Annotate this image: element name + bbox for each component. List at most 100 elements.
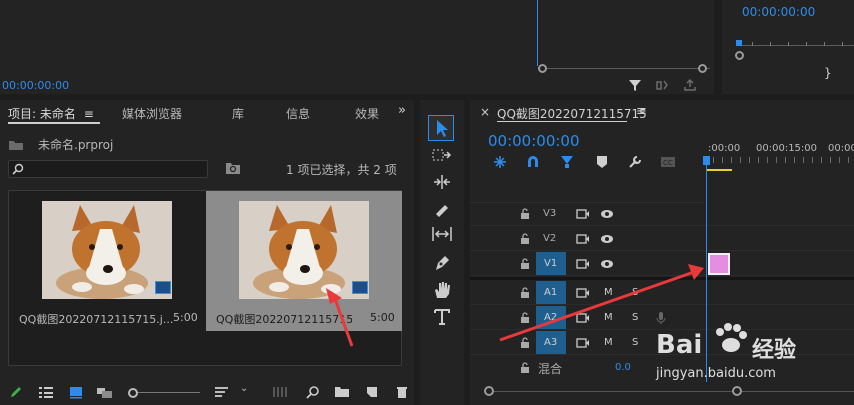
linked-selection-icon[interactable] bbox=[560, 155, 574, 169]
sync-lock-icon[interactable] bbox=[576, 259, 590, 269]
export-frame-icon[interactable] bbox=[683, 78, 697, 92]
track-label[interactable]: A2 bbox=[544, 312, 557, 323]
eye-icon[interactable] bbox=[600, 259, 614, 269]
close-tab-icon[interactable]: × bbox=[480, 105, 490, 119]
sequence-tab[interactable]: QQ截图20220712115715 bbox=[497, 105, 647, 122]
svg-text:CC: CC bbox=[663, 159, 673, 167]
search-input[interactable] bbox=[27, 161, 205, 177]
sync-lock-icon[interactable] bbox=[576, 234, 590, 244]
sync-lock-icon[interactable] bbox=[576, 209, 590, 219]
nest-icon[interactable] bbox=[493, 155, 507, 169]
automate-to-sequence-icon[interactable] bbox=[272, 385, 288, 399]
trash-icon[interactable] bbox=[395, 385, 409, 399]
out-point-button[interactable]: } bbox=[824, 66, 832, 80]
freeform-view-icon[interactable] bbox=[96, 385, 114, 399]
pen-tool-icon[interactable] bbox=[432, 254, 452, 272]
track-select-tool-icon[interactable] bbox=[432, 148, 452, 164]
program-monitor: 00:00:00:00 } bbox=[722, 0, 854, 94]
tab-media-browser[interactable]: 媒体浏览器 bbox=[122, 105, 182, 122]
source-monitor-scrollbar[interactable] bbox=[538, 64, 714, 74]
tab-effects[interactable]: 效果 bbox=[355, 105, 379, 122]
sync-lock-icon[interactable] bbox=[576, 313, 590, 323]
track-label[interactable]: V1 bbox=[544, 258, 557, 269]
track-label[interactable]: V2 bbox=[543, 233, 556, 244]
razor-tool-icon[interactable] bbox=[432, 200, 452, 218]
mix-volume-value[interactable]: 0.0 bbox=[615, 362, 631, 373]
mute-button[interactable]: M bbox=[604, 337, 613, 348]
program-timecode[interactable]: 00:00:00:00 bbox=[742, 5, 815, 19]
media-thumbnail[interactable] bbox=[239, 201, 369, 299]
pencil-icon[interactable] bbox=[9, 385, 23, 399]
sequence-tab-menu-icon[interactable]: ≡ bbox=[636, 104, 647, 119]
track-label[interactable]: A1 bbox=[544, 287, 557, 298]
media-item-selected[interactable]: QQ截图20220712115715 5:00 bbox=[206, 191, 402, 331]
time-ruler[interactable]: :00:00 00:00:15:00 00:00 bbox=[703, 140, 854, 172]
solo-button[interactable]: S bbox=[632, 337, 638, 348]
slip-tool-icon[interactable] bbox=[431, 226, 453, 242]
microphone-icon[interactable] bbox=[656, 311, 666, 325]
new-bin-icon[interactable] bbox=[334, 385, 350, 399]
new-item-icon[interactable] bbox=[365, 385, 379, 399]
media-item-name: QQ截图20220712115715.j... bbox=[19, 313, 174, 326]
sequence-tab-underline bbox=[497, 121, 627, 122]
scroll-handle-left[interactable] bbox=[484, 386, 494, 396]
hand-tool-icon[interactable] bbox=[432, 280, 452, 300]
track-label[interactable]: V3 bbox=[543, 208, 556, 219]
list-view-icon[interactable] bbox=[38, 385, 54, 399]
scroll-handle-left[interactable] bbox=[538, 64, 547, 73]
ripple-edit-tool-icon[interactable] bbox=[432, 174, 452, 190]
sync-lock-icon[interactable] bbox=[576, 288, 590, 298]
lock-icon[interactable] bbox=[520, 287, 530, 298]
clip-v1[interactable] bbox=[708, 253, 730, 275]
tab-libraries[interactable]: 库 bbox=[232, 105, 244, 122]
sync-lock-icon[interactable] bbox=[576, 338, 590, 348]
program-scroll-handle[interactable] bbox=[735, 51, 744, 60]
eye-icon[interactable] bbox=[600, 234, 614, 244]
captions-icon[interactable]: CC bbox=[660, 156, 676, 168]
source-timecode[interactable]: 00:00:00:00 bbox=[2, 79, 69, 92]
tab-menu-icon[interactable]: ≡ bbox=[84, 107, 94, 121]
selection-status: 1 项已选择，共 2 项 bbox=[286, 163, 397, 177]
zoom-slider-handle[interactable] bbox=[128, 388, 138, 398]
zoom-slider[interactable] bbox=[128, 388, 200, 398]
mute-button[interactable]: M bbox=[604, 312, 613, 323]
insert-audio-icon[interactable] bbox=[655, 78, 669, 92]
tab-project[interactable]: 项目: 未命名 ≡ bbox=[8, 105, 94, 122]
scroll-handle-right[interactable] bbox=[698, 64, 707, 73]
add-marker-icon[interactable] bbox=[596, 155, 608, 169]
find-icon[interactable] bbox=[306, 385, 320, 399]
lock-icon[interactable] bbox=[520, 362, 530, 373]
filter-icon[interactable] bbox=[628, 78, 642, 92]
lock-icon[interactable] bbox=[520, 312, 530, 323]
lock-icon[interactable] bbox=[520, 337, 530, 348]
solo-button[interactable]: S bbox=[632, 287, 638, 298]
video-audio-divider bbox=[470, 277, 854, 280]
eye-icon[interactable] bbox=[600, 209, 614, 219]
project-file-name: 未命名.prproj bbox=[38, 138, 114, 152]
project-panel: 项目: 未命名 ≡ 媒体浏览器 库 信息 效果 » 未命名.prproj 1 项… bbox=[0, 100, 414, 405]
more-tabs-icon[interactable]: » bbox=[398, 103, 406, 118]
lock-icon[interactable] bbox=[520, 208, 530, 219]
sort-dropdown-chevron-icon[interactable]: ⌄ bbox=[240, 383, 248, 394]
search-field[interactable] bbox=[8, 160, 208, 178]
media-item-duration: 5:00 bbox=[173, 311, 198, 324]
lock-icon[interactable] bbox=[520, 258, 530, 269]
lock-icon[interactable] bbox=[520, 233, 530, 244]
timeline-timecode[interactable]: 00:00:00:00 bbox=[488, 132, 580, 150]
settings-wrench-icon[interactable] bbox=[628, 155, 642, 169]
snap-magnet-icon[interactable] bbox=[526, 155, 540, 169]
mute-button[interactable]: M bbox=[604, 287, 613, 298]
sort-icon[interactable] bbox=[214, 385, 230, 399]
icon-view-icon[interactable] bbox=[69, 385, 83, 399]
work-area-bar[interactable] bbox=[706, 169, 732, 171]
media-item[interactable]: QQ截图20220712115715.j... 5:00 bbox=[9, 191, 206, 365]
track-label[interactable]: A3 bbox=[544, 337, 557, 348]
tab-info[interactable]: 信息 bbox=[286, 105, 310, 122]
program-ruler[interactable] bbox=[736, 34, 854, 46]
solo-button[interactable]: S bbox=[632, 312, 638, 323]
new-search-bin-icon[interactable] bbox=[225, 161, 241, 175]
media-thumbnail[interactable] bbox=[42, 201, 172, 299]
selection-tool[interactable] bbox=[428, 115, 454, 141]
arrow-cursor-icon bbox=[437, 120, 448, 137]
type-tool-icon[interactable] bbox=[432, 308, 452, 326]
